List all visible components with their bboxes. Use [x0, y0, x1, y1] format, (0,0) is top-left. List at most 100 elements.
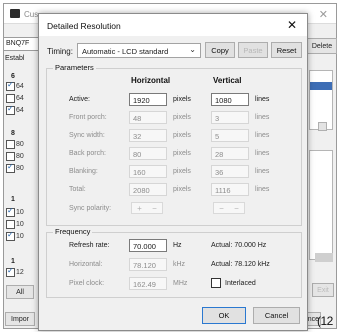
horizontal-frequency-unit: kHz: [173, 261, 186, 268]
back-porch-horizontal-unit: pixels: [173, 150, 191, 157]
monitor-icon: [10, 9, 20, 18]
background-checkbox[interactable]: [6, 80, 15, 91]
cancel-button[interactable]: Cancel: [253, 307, 300, 324]
background-right-panel: [309, 70, 333, 130]
back-porch-vertical-input[interactable]: 28: [211, 147, 249, 160]
timing-label: Timing:: [47, 47, 73, 56]
background-group-digit: 6: [11, 73, 15, 80]
parameters-group: Parameters: [46, 63, 302, 226]
timing-select[interactable]: Automatic - LCD standard ⌄: [77, 43, 201, 58]
background-checkbox-label: 80: [16, 141, 24, 148]
background-checkbox[interactable]: [6, 230, 15, 241]
horizontal-polarity-plus[interactable]: +: [137, 204, 142, 213]
reset-button[interactable]: Reset: [271, 42, 302, 58]
sync-polarity-label: Sync polarity:: [69, 205, 112, 212]
background-monitor-combo[interactable]: BNQ7F: [3, 37, 41, 51]
background-small-button[interactable]: [318, 122, 327, 131]
pixel-clock-label: Pixel clock:: [69, 280, 105, 287]
background-checkbox[interactable]: [6, 220, 15, 229]
background-checkbox-label: 64: [16, 95, 24, 102]
background-checkbox-label: 64: [16, 107, 24, 114]
refresh-rate-input[interactable]: 70.000: [129, 239, 167, 252]
background-checkbox[interactable]: [6, 140, 15, 149]
active-vertical-unit: lines: [255, 96, 270, 103]
sync-width-vertical-input[interactable]: 5: [211, 129, 249, 142]
vertical-polarity-plus[interactable]: −: [219, 204, 224, 213]
sync-width-horizontal-input[interactable]: 32: [129, 129, 167, 142]
vertical-polarity-minus[interactable]: −: [234, 204, 239, 213]
background-checkbox[interactable]: [6, 94, 15, 103]
total-horizontal-input[interactable]: 2080: [129, 183, 167, 196]
background-checkbox[interactable]: [6, 152, 15, 161]
front-porch-label: Front porch:: [69, 114, 107, 121]
background-checkbox-label: 12: [16, 269, 24, 276]
active-label: Active:: [69, 96, 91, 103]
background-delete-button[interactable]: Delete: [307, 38, 337, 54]
total-label: Total:: [69, 186, 86, 193]
dialog-title-bar: Detailed Resolution ✕: [39, 14, 307, 36]
front-porch-vertical-input[interactable]: 3: [211, 111, 249, 124]
total-vertical-input[interactable]: 1116: [211, 183, 249, 196]
total-vertical-unit: lines: [255, 186, 270, 193]
background-checkbox[interactable]: [6, 206, 15, 217]
parameters-group-title: Parameters: [53, 63, 96, 72]
chevron-down-icon: ⌄: [189, 45, 196, 54]
ok-button[interactable]: OK: [202, 307, 246, 324]
close-icon[interactable]: ✕: [287, 18, 297, 32]
horizontal-column-header: Horizontal: [131, 76, 171, 85]
corner-annotation: (12: [317, 314, 333, 328]
background-checkbox-label: 64: [16, 83, 24, 90]
front-porch-horizontal-input[interactable]: 48: [129, 111, 167, 124]
background-checkbox-label: 80: [16, 153, 24, 160]
background-checkbox[interactable]: [6, 104, 15, 115]
background-import-button[interactable]: Impor: [5, 312, 35, 326]
detailed-resolution-dialog: Detailed Resolution ✕ Timing: Automatic …: [38, 13, 308, 331]
background-checkbox[interactable]: [6, 162, 15, 173]
refresh-rate-unit: Hz: [173, 242, 182, 249]
refresh-rate-actual: Actual: 70.000 Hz: [211, 242, 267, 249]
frequency-group-title: Frequency: [53, 227, 93, 236]
total-horizontal-unit: pixels: [173, 186, 191, 193]
front-porch-vertical-unit: lines: [255, 114, 270, 121]
sync-width-label: Sync width:: [69, 132, 105, 139]
dialog-title: Detailed Resolution: [47, 21, 121, 31]
blanking-horizontal-input[interactable]: 160: [129, 165, 167, 178]
horizontal-sync-polarity[interactable]: + −: [131, 202, 163, 214]
active-vertical-input[interactable]: 1080: [211, 93, 249, 106]
sync-width-vertical-unit: lines: [255, 132, 270, 139]
background-all-button[interactable]: All: [6, 285, 34, 299]
horizontal-frequency-actual: Actual: 78.120 kHz: [211, 261, 270, 268]
refresh-rate-label: Refresh rate:: [69, 242, 110, 249]
blanking-vertical-input[interactable]: 36: [211, 165, 249, 178]
vertical-sync-polarity[interactable]: − −: [213, 202, 245, 214]
background-right-panel-lower: [309, 150, 333, 260]
background-group-digit: 1: [11, 258, 15, 265]
background-exit-button[interactable]: Exit: [312, 283, 334, 297]
background-checkbox[interactable]: [6, 266, 15, 277]
horizontal-frequency-input[interactable]: 78.120: [129, 258, 167, 271]
background-window-title: Cus: [24, 10, 39, 19]
back-porch-horizontal-input[interactable]: 80: [129, 147, 167, 160]
pixel-clock-input[interactable]: 162.49: [129, 277, 167, 290]
interlaced-label: Interlaced: [225, 280, 256, 287]
paste-button[interactable]: Paste: [238, 42, 268, 58]
background-checkbox-label: 10: [16, 221, 24, 228]
horizontal-frequency-label: Horizontal:: [69, 261, 103, 268]
front-porch-horizontal-unit: pixels: [173, 114, 191, 121]
vertical-column-header: Vertical: [213, 76, 242, 85]
back-porch-label: Back porch:: [69, 150, 106, 157]
interlaced-checkbox[interactable]: [211, 278, 221, 288]
background-group-digit: 1: [11, 196, 15, 203]
background-checkbox-label: 80: [16, 165, 24, 172]
copy-button[interactable]: Copy: [205, 42, 235, 58]
background-section-label: Establ: [5, 55, 25, 62]
background-scrollbar[interactable]: [315, 253, 333, 262]
sync-width-horizontal-unit: pixels: [173, 132, 191, 139]
background-checkbox-label: 10: [16, 233, 24, 240]
back-porch-vertical-unit: lines: [255, 150, 270, 157]
background-selected-row: [310, 82, 332, 90]
active-horizontal-input[interactable]: 1920: [129, 93, 167, 106]
blanking-label: Blanking:: [69, 168, 98, 175]
background-close-icon[interactable]: ✕: [319, 8, 328, 21]
horizontal-polarity-minus[interactable]: −: [152, 204, 157, 213]
